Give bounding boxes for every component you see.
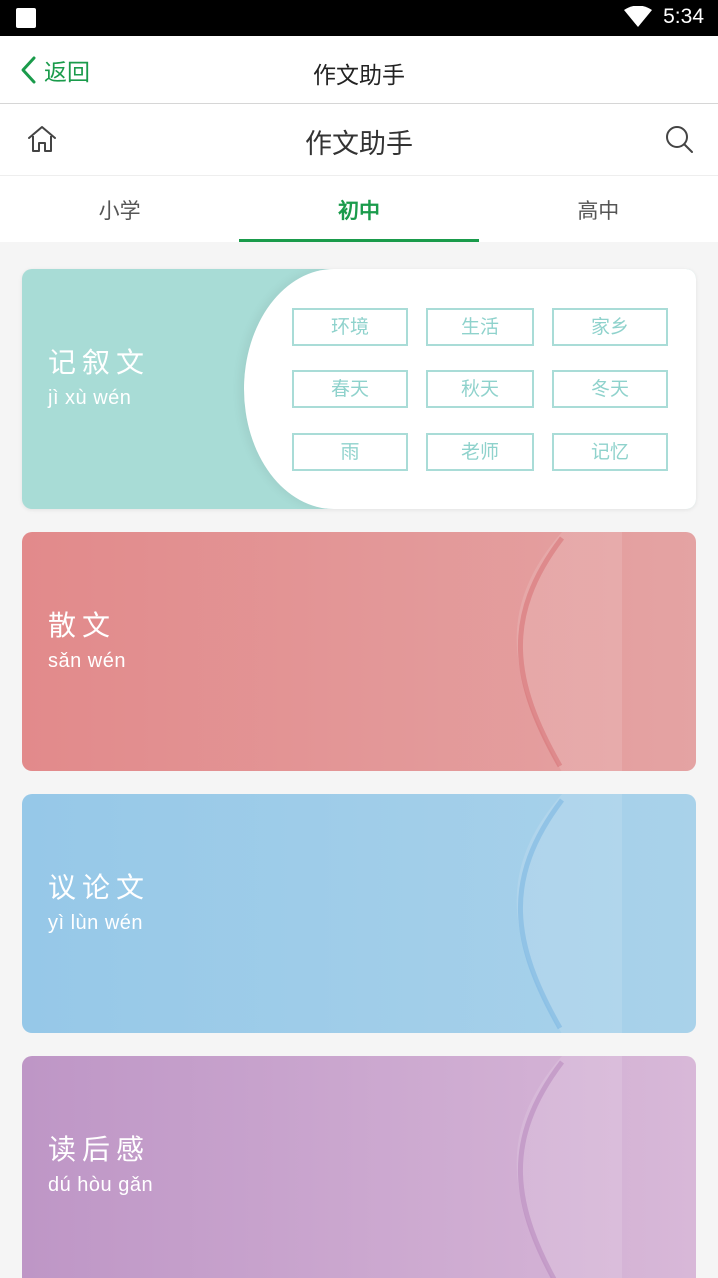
category-pinyin: yì lùn wén [48,912,144,934]
topic-tag[interactable]: 冬天 [552,370,668,408]
tab-senior-high[interactable]: 高中 [479,176,718,242]
navigation-bar: 返回 作文助手 [0,36,718,104]
topic-tag[interactable]: 老师 [426,433,534,471]
topic-tag[interactable]: 秋天 [426,370,534,408]
notification-icon [16,8,36,28]
grade-tabs: 小学 初中 高中 [0,176,718,242]
wave-decoration [516,794,622,1033]
category-title: 议论文 [48,871,151,904]
topic-tag[interactable]: 记忆 [552,433,668,471]
wifi-icon [624,6,652,27]
status-time: 5:34 [663,5,704,28]
category-title: 读后感 [48,1133,151,1166]
page-header: 作文助手 [0,104,718,176]
topic-tag[interactable]: 雨 [292,433,408,471]
category-title: 散文 [48,609,117,642]
topic-tag[interactable]: 春天 [292,370,408,408]
category-pinyin: sǎn wén [48,650,126,672]
category-card-book-review[interactable]: 读后感 dú hòu gǎn [22,1056,696,1278]
category-card-argumentative[interactable]: 议论文 yì lùn wén [22,794,696,1033]
page-title: 作文助手 [305,129,413,160]
wave-decoration [516,532,622,771]
nav-title: 作文助手 [313,63,405,89]
tab-primary-school[interactable]: 小学 [0,176,239,242]
category-pinyin: dú hòu gǎn [48,1174,154,1196]
wave-decoration [516,1056,622,1278]
category-pinyin: jì xù wén [48,387,132,409]
topic-tag[interactable]: 生活 [426,308,534,346]
category-card-narrative[interactable]: 记叙文 jì xù wén 环境 生活 家乡 春天 秋天 冬天 雨 老师 记忆 [22,269,696,509]
category-title: 记叙文 [48,346,151,379]
status-bar: 5:34 [0,0,718,36]
topic-tag[interactable]: 环境 [292,308,408,346]
category-card-prose[interactable]: 散文 sǎn wén [22,532,696,771]
tab-junior-high[interactable]: 初中 [239,176,479,242]
topic-tag[interactable]: 家乡 [552,308,668,346]
search-icon[interactable] [664,124,694,154]
